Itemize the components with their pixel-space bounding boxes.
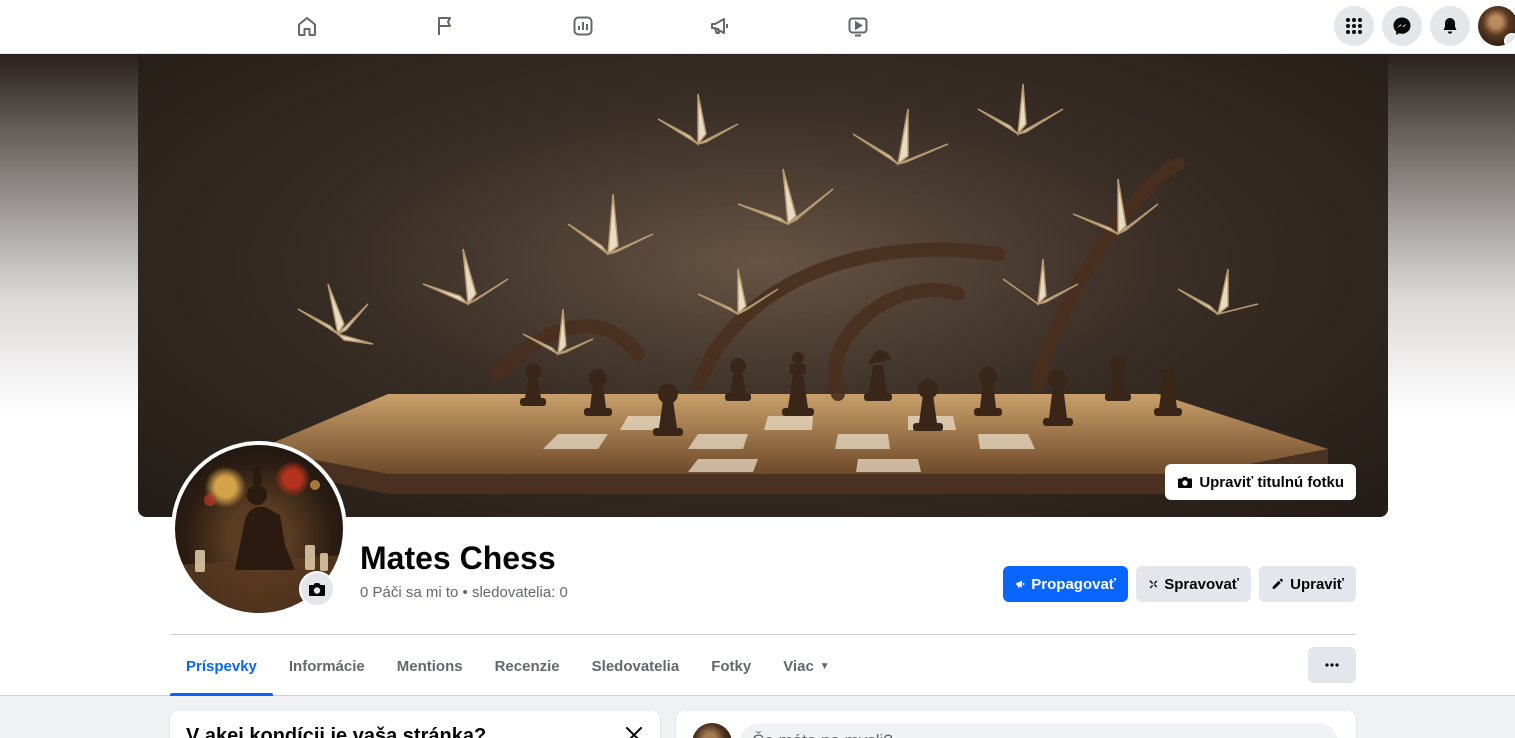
camera-icon bbox=[309, 583, 325, 596]
flag-icon[interactable] bbox=[427, 10, 463, 42]
tab-mentions[interactable]: Mentions bbox=[381, 636, 479, 696]
caret-down-icon: ▼ bbox=[819, 660, 830, 672]
tab-label: Sledovatelia bbox=[591, 657, 680, 675]
tab-photos[interactable]: Fotky bbox=[695, 636, 767, 696]
bell-icon[interactable] bbox=[1430, 6, 1470, 46]
more-options-button[interactable] bbox=[1308, 647, 1356, 683]
close-icon[interactable] bbox=[622, 723, 646, 738]
account-avatar[interactable] bbox=[1478, 6, 1515, 46]
video-icon[interactable] bbox=[840, 10, 876, 42]
edit-button[interactable]: Upraviť bbox=[1259, 566, 1356, 602]
tab-label: Recenzie bbox=[494, 657, 560, 675]
promote-label: Propagovať bbox=[1031, 575, 1116, 593]
tab-followers[interactable]: Sledovatelia bbox=[576, 636, 696, 696]
megaphone-icon[interactable] bbox=[702, 10, 738, 42]
camera-icon bbox=[1178, 477, 1193, 488]
promote-button[interactable]: Propagovať bbox=[1003, 566, 1128, 602]
tab-label: Príspevky bbox=[186, 657, 257, 675]
manage-button[interactable]: Spravovať bbox=[1136, 566, 1251, 602]
post-composer-card: Čo máte na mysli? bbox=[676, 711, 1356, 738]
header-divider bbox=[170, 634, 1356, 635]
tab-posts[interactable]: Príspevky bbox=[170, 636, 273, 696]
avatar bbox=[692, 723, 732, 738]
messenger-icon[interactable] bbox=[1382, 6, 1422, 46]
tab-label: Mentions bbox=[396, 657, 463, 675]
tab-label: Viac bbox=[783, 657, 814, 675]
tab-reviews[interactable]: Recenzie bbox=[479, 636, 576, 696]
insights-icon[interactable] bbox=[565, 10, 601, 42]
edit-cover-photo-button[interactable]: Upraviť titulnú fotku bbox=[1165, 464, 1356, 500]
tab-more[interactable]: Viac ▼ bbox=[767, 636, 846, 696]
post-composer-input[interactable]: Čo máte na mysli? bbox=[740, 723, 1338, 738]
manage-label: Spravovať bbox=[1164, 575, 1239, 593]
change-profile-picture-button[interactable] bbox=[299, 571, 335, 607]
page-health-title: V akej kondícii je vaša stránka? bbox=[186, 725, 487, 738]
tab-about[interactable]: Informácie bbox=[273, 636, 381, 696]
page-title: Mates Chess bbox=[360, 540, 556, 576]
edit-label: Upraviť bbox=[1290, 575, 1344, 593]
tools-icon bbox=[1149, 580, 1158, 589]
pencil-icon bbox=[1272, 578, 1283, 589]
megaphone-icon bbox=[1016, 580, 1025, 588]
ellipsis-icon bbox=[1325, 663, 1339, 667]
apps-menu-icon[interactable] bbox=[1334, 6, 1374, 46]
page-health-card: V akej kondícii je vaša stránka? bbox=[170, 711, 660, 738]
top-navigation-bar bbox=[0, 0, 1515, 54]
tab-label: Fotky bbox=[711, 657, 752, 675]
edit-cover-photo-label: Upraviť titulnú fotku bbox=[1199, 473, 1344, 491]
page-stats: 0 Páči sa mi to • sledovatelia: 0 bbox=[360, 584, 568, 601]
page-tabs: Príspevky Informácie Mentions Recenzie S… bbox=[170, 636, 846, 696]
tab-label: Informácie bbox=[288, 657, 365, 675]
home-icon[interactable] bbox=[289, 10, 325, 42]
